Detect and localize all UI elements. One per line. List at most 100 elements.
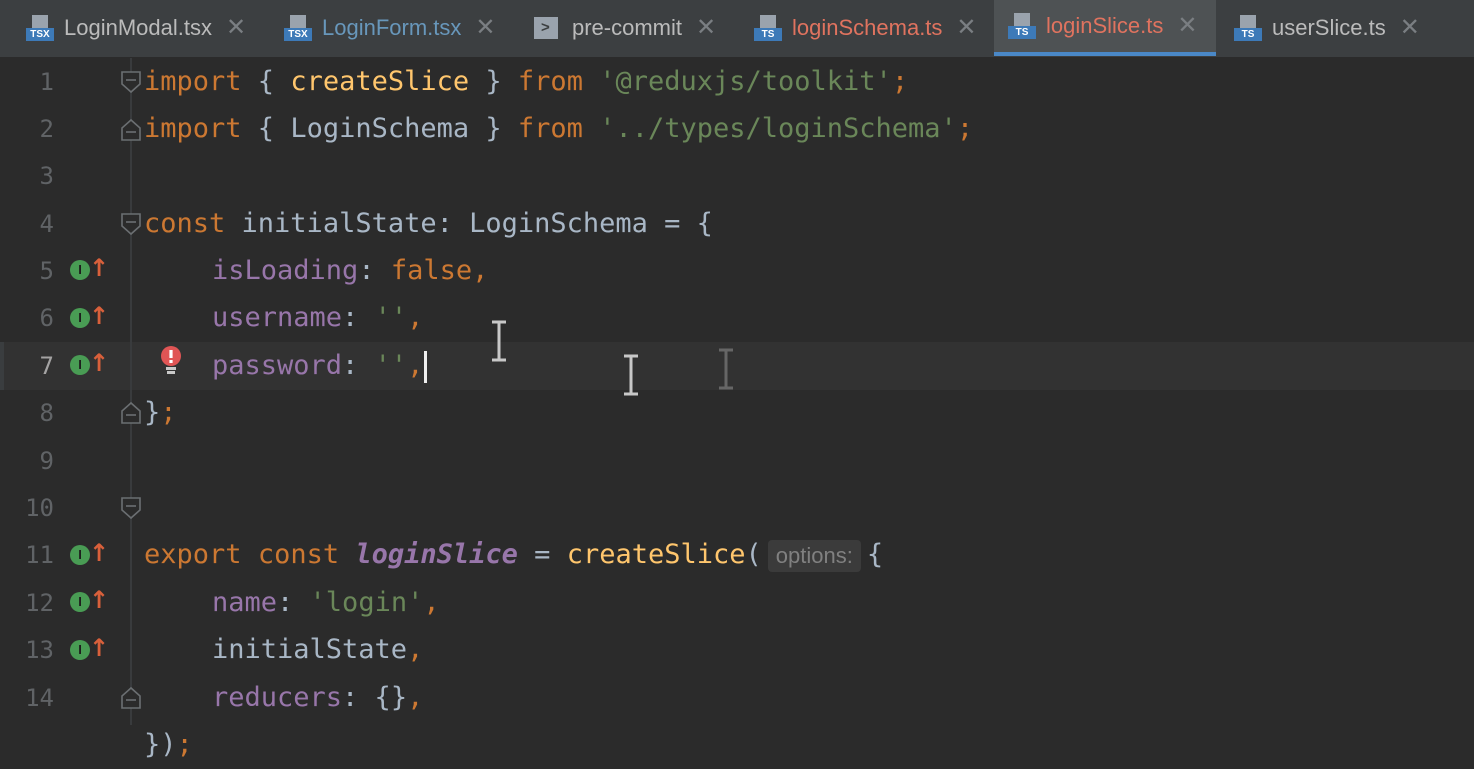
line-number: 7 bbox=[39, 352, 54, 380]
gutter-divider bbox=[130, 58, 132, 725]
implemented-upward-icon[interactable]: I ↑ bbox=[70, 540, 109, 569]
code-token: ; bbox=[160, 397, 177, 428]
code-token: : bbox=[358, 255, 391, 286]
code-token: from bbox=[517, 66, 583, 97]
code-token: export bbox=[144, 539, 242, 570]
code-token: const bbox=[144, 208, 226, 239]
code-token: { bbox=[866, 539, 884, 570]
text-caret bbox=[424, 350, 428, 383]
fold-marker-icon[interactable] bbox=[120, 401, 142, 425]
code-token: ; bbox=[176, 729, 193, 760]
code-token: false bbox=[390, 255, 473, 286]
line-number: 4 bbox=[39, 210, 54, 238]
code-token: const bbox=[257, 539, 340, 570]
fold-marker-icon[interactable] bbox=[120, 212, 142, 236]
line-number: 11 bbox=[25, 541, 54, 569]
code-line-10[interactable]: export const loginSlice = createSlice(op… bbox=[144, 531, 883, 579]
code-line-13[interactable]: reducers: {}, bbox=[212, 674, 423, 722]
tab-label: userSlice.ts bbox=[1272, 15, 1386, 40]
code-token: } bbox=[469, 66, 518, 97]
line-number: 3 bbox=[39, 162, 54, 190]
code-editor[interactable]: 1 2 3 4 5 6 7 8 9 10 11 12 13 14 I ↑ I ↑ I… bbox=[0, 58, 1474, 760]
line-number: 5 bbox=[39, 257, 54, 285]
fold-marker-icon[interactable] bbox=[120, 686, 142, 710]
tab-label: loginSchema.ts bbox=[792, 15, 943, 40]
code-token: username bbox=[212, 302, 343, 333]
line-number: 12 bbox=[25, 589, 54, 617]
code-token: reducers bbox=[212, 682, 343, 713]
code-token: loginSlice bbox=[355, 539, 518, 570]
code-token: { LoginSchema } bbox=[241, 113, 518, 144]
code-token: , bbox=[423, 587, 440, 618]
code-token: = bbox=[517, 539, 567, 570]
code-token: , bbox=[407, 682, 424, 713]
line-number: 1 bbox=[39, 68, 54, 96]
code-token: ( bbox=[745, 539, 762, 570]
code-line-6[interactable]: username: '', bbox=[212, 294, 423, 342]
tab-loginschema[interactable]: TS loginSchema.ts ✕ bbox=[746, 0, 988, 56]
close-icon[interactable]: ✕ bbox=[1177, 14, 1197, 38]
code-line-4[interactable]: const initialState: LoginSchema = { bbox=[144, 200, 713, 248]
tab-label: LoginForm.tsx bbox=[322, 15, 462, 40]
code-line-1[interactable]: import { createSlice } from '@reduxjs/to… bbox=[144, 58, 908, 106]
tab-loginslice[interactable]: TS loginSlice.ts ✕ bbox=[994, 0, 1216, 56]
code-token: name bbox=[212, 587, 278, 618]
line-number: 10 bbox=[25, 494, 54, 522]
line-number: 6 bbox=[39, 304, 54, 332]
implemented-upward-icon[interactable]: I ↑ bbox=[70, 303, 109, 332]
implemented-upward-icon[interactable]: I ↑ bbox=[70, 587, 109, 616]
close-icon[interactable]: ✕ bbox=[956, 16, 976, 40]
tab-userslice[interactable]: TS userSlice.ts ✕ bbox=[1226, 0, 1436, 56]
code-token: }) bbox=[144, 729, 177, 760]
text-cursor-icon bbox=[624, 354, 638, 396]
code-token: : bbox=[277, 587, 310, 618]
tab-pre-commit[interactable]: > pre-commit ✕ bbox=[526, 0, 740, 56]
code-line-8[interactable]: }; bbox=[144, 389, 177, 437]
warning-bulb-icon[interactable] bbox=[160, 346, 182, 376]
close-icon[interactable]: ✕ bbox=[226, 16, 246, 40]
text-cursor-icon bbox=[719, 348, 733, 390]
line-number: 13 bbox=[25, 636, 54, 664]
code-token: createSlice bbox=[290, 66, 470, 97]
code-token: : bbox=[342, 302, 375, 333]
line-number: 9 bbox=[39, 447, 54, 475]
implemented-upward-icon[interactable]: I ↑ bbox=[70, 350, 109, 379]
code-token: 'login' bbox=[309, 587, 424, 618]
code-token: ; bbox=[891, 66, 909, 97]
close-icon[interactable]: ✕ bbox=[475, 16, 495, 40]
code-token: initialState: LoginSchema = { bbox=[225, 208, 713, 239]
code-line-2[interactable]: import { LoginSchema } from '../types/lo… bbox=[144, 105, 973, 153]
close-icon[interactable]: ✕ bbox=[1400, 16, 1420, 40]
code-line-7[interactable]: password: '', bbox=[212, 342, 428, 390]
code-token: createSlice bbox=[566, 539, 746, 570]
tab-label: loginSlice.ts bbox=[1046, 13, 1164, 38]
fold-marker-icon[interactable] bbox=[120, 118, 142, 142]
code-line-14[interactable]: }); bbox=[144, 721, 193, 769]
code-token: from bbox=[517, 113, 583, 144]
tab-loginform[interactable]: TSX LoginForm.tsx ✕ bbox=[276, 0, 516, 56]
code-line-5[interactable]: isLoading: false, bbox=[212, 247, 488, 295]
code-token: isLoading bbox=[212, 255, 359, 286]
fold-marker-icon[interactable] bbox=[120, 70, 142, 94]
fold-marker-icon[interactable] bbox=[120, 496, 142, 520]
close-icon[interactable]: ✕ bbox=[696, 16, 716, 40]
ts-file-icon: TS bbox=[754, 15, 782, 41]
code-token: password bbox=[212, 350, 343, 381]
ts-file-icon: TS bbox=[1008, 13, 1036, 39]
line-number: 2 bbox=[39, 115, 54, 143]
code-token: , bbox=[407, 634, 424, 665]
code-token: : bbox=[342, 350, 375, 381]
implemented-upward-icon[interactable]: I ↑ bbox=[70, 635, 109, 664]
ts-file-icon: TS bbox=[1234, 15, 1262, 41]
tab-label: LoginModal.tsx bbox=[64, 15, 212, 40]
tab-label: pre-commit bbox=[572, 15, 683, 40]
code-token: '' bbox=[374, 350, 408, 381]
code-line-11[interactable]: name: 'login', bbox=[212, 579, 440, 627]
tab-loginmodal[interactable]: TSX LoginModal.tsx ✕ bbox=[18, 0, 266, 56]
code-token: , bbox=[407, 302, 424, 333]
code-line-12[interactable]: initialState, bbox=[212, 626, 423, 674]
code-token: } bbox=[144, 397, 161, 428]
implemented-upward-icon[interactable]: I ↑ bbox=[70, 255, 109, 284]
